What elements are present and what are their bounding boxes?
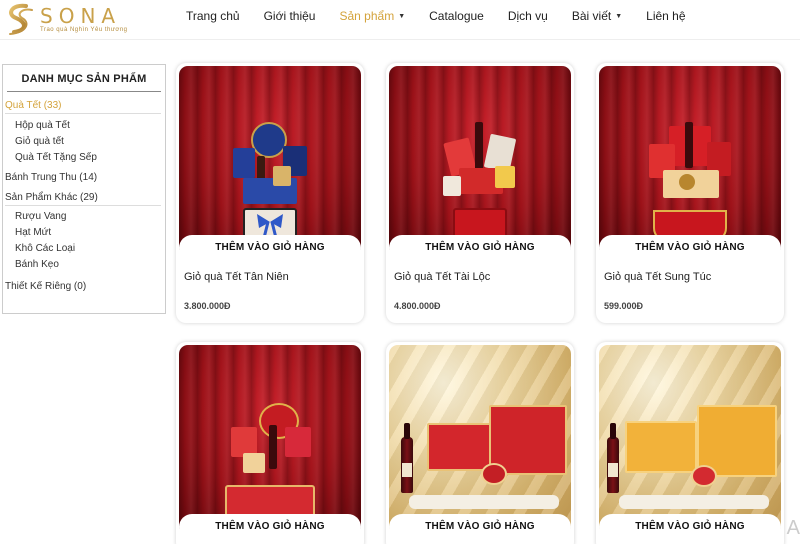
add-to-cart-button[interactable]: THÊM VÀO GIỎ HÀNG: [599, 235, 781, 261]
add-to-cart-button[interactable]: THÊM VÀO GIỎ HÀNG: [179, 514, 361, 540]
sidebar-title: DANH MỤC SẢN PHẨM: [7, 73, 161, 92]
category-qua-tet[interactable]: Quà Tết (33): [3, 100, 165, 111]
nav-label: Bài viết: [571, 9, 612, 23]
nav-label: Dịch vụ: [507, 9, 548, 23]
category-thiet-ke-rieng[interactable]: Thiết Kế Riêng (0): [3, 281, 165, 292]
product-image[interactable]: [389, 345, 571, 535]
product-card[interactable]: THÊM VÀO GIỎ HÀNG Giỏ quà Tết Sung Túc 5…: [596, 63, 784, 323]
nav-label: Giới thiệu: [263, 9, 316, 23]
product-name[interactable]: Giỏ quà Tết Sung Túc: [604, 271, 711, 283]
divider: [5, 205, 161, 206]
subcategory-hop-qua-tet[interactable]: Hộp quà Tết: [3, 120, 165, 131]
add-to-cart-button[interactable]: THÊM VÀO GIỎ HÀNG: [389, 235, 571, 261]
subcategory-gio-qua-tet[interactable]: Giỏ quà tết: [3, 136, 165, 147]
add-to-cart-button[interactable]: THÊM VÀO GIỎ HÀNG: [599, 514, 781, 540]
product-price: 599.000Đ: [604, 301, 644, 311]
edge-overlay-text: A: [786, 517, 800, 539]
nav-item-about[interactable]: Giới thiệu: [264, 9, 316, 23]
product-image[interactable]: [179, 345, 361, 535]
category-san-pham-khac[interactable]: Sản Phẩm Khác (29): [3, 192, 165, 203]
subcategory-kho-cac-loai[interactable]: Khô Các Loại: [3, 243, 165, 254]
nav-item-catalogue[interactable]: Catalogue: [429, 9, 484, 23]
nav-label: Liên hệ: [646, 9, 686, 23]
nav-label: Trang chủ: [186, 9, 240, 23]
product-image[interactable]: [179, 66, 361, 256]
product-image[interactable]: [599, 345, 781, 535]
product-name[interactable]: Giỏ quà Tết Tân Niên: [184, 271, 289, 283]
product-price: 3.800.000Đ: [184, 301, 231, 311]
product-card[interactable]: THÊM VÀO GIỎ HÀNG Giỏ quà Tết Tài Lộc 4.…: [386, 63, 574, 323]
nav-label: Catalogue: [429, 9, 484, 23]
site-header: SONA Trao quà Nghìn Yêu thương Trang chủ…: [0, 0, 800, 40]
brand-name: SONA: [40, 3, 122, 28]
product-card[interactable]: THÊM VÀO GIỎ HÀNG: [386, 342, 574, 544]
product-image[interactable]: [389, 66, 571, 256]
divider: [5, 113, 161, 114]
add-to-cart-button[interactable]: THÊM VÀO GIỎ HÀNG: [179, 235, 361, 261]
chevron-down-icon: ▼: [615, 12, 623, 20]
add-to-cart-button[interactable]: THÊM VÀO GIỎ HÀNG: [389, 514, 571, 540]
product-image[interactable]: [599, 66, 781, 256]
brand-logo[interactable]: SONA Trao quà Nghìn Yêu thương: [2, 2, 128, 36]
main-nav: Trang chủ Giới thiệu Sản phẩm ▼ Catalogue…: [186, 0, 710, 32]
product-card[interactable]: THÊM VÀO GIỎ HÀNG: [176, 342, 364, 544]
product-card[interactable]: THÊM VÀO GIỎ HÀNG: [596, 342, 784, 544]
product-price: 4.800.000Đ: [394, 301, 441, 311]
category-banh-trung-thu[interactable]: Bánh Trung Thu (14): [3, 172, 165, 183]
nav-item-services[interactable]: Dịch vụ: [508, 9, 548, 23]
subcategory-hat-mut[interactable]: Hạt Mứt: [3, 227, 165, 238]
product-name[interactable]: Giỏ quà Tết Tài Lộc: [394, 271, 490, 283]
nav-item-home[interactable]: Trang chủ: [186, 9, 240, 23]
subcategory-qua-tet-tang-sep[interactable]: Quà Tết Tặng Sếp: [3, 152, 165, 163]
nav-item-products[interactable]: Sản phẩm ▼: [339, 9, 405, 23]
category-sidebar: DANH MỤC SẢN PHẨM Quà Tết (33) Hộp quà T…: [2, 64, 166, 314]
nav-item-contact[interactable]: Liên hệ: [646, 9, 685, 23]
chevron-down-icon: ▼: [398, 12, 406, 20]
logo-mark-icon: [9, 3, 33, 35]
nav-label: Sản phẩm: [339, 9, 395, 23]
nav-item-posts[interactable]: Bài viết ▼: [572, 9, 622, 23]
product-card[interactable]: THÊM VÀO GIỎ HÀNG Giỏ quà Tết Tân Niên 3…: [176, 63, 364, 323]
brand-tagline: Trao quà Nghìn Yêu thương: [40, 26, 128, 33]
subcategory-banh-keo[interactable]: Bánh Kẹo: [3, 259, 165, 270]
subcategory-ruou-vang[interactable]: Rượu Vang: [3, 211, 165, 222]
